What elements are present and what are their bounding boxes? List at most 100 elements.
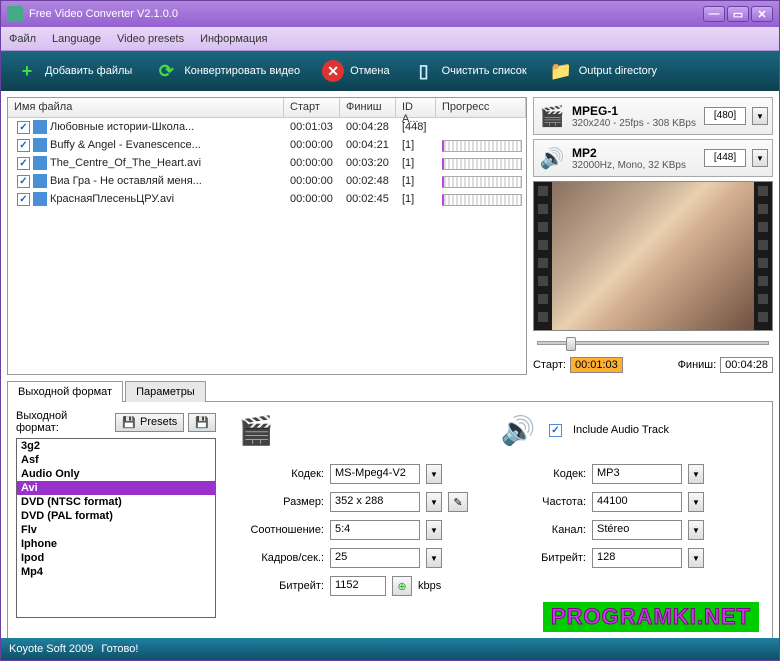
video-format-name: MPEG-1 <box>572 104 698 118</box>
video-codec-input[interactable]: MS-Mpeg4-V2 <box>330 464 420 484</box>
dropdown-icon[interactable]: ▼ <box>426 464 442 484</box>
film-icon: 🎬 <box>538 102 566 130</box>
output-format-label: Выходной формат: <box>16 410 111 434</box>
menu-file[interactable]: Файл <box>9 33 36 45</box>
slider-thumb[interactable] <box>566 337 576 351</box>
output-dir-button[interactable]: 📁Output directory <box>539 54 667 88</box>
toolbar: +Добавить файлы ⟳Конвертировать видео ✕О… <box>1 51 779 91</box>
format-item[interactable]: DVD (PAL format) <box>17 509 215 523</box>
status-right: Готово! <box>101 643 138 655</box>
audio-freq-label: Частота: <box>498 496 586 508</box>
menu-language[interactable]: Language <box>52 33 101 45</box>
clear-list-button[interactable]: ▯Очистить список <box>402 54 537 88</box>
col-start[interactable]: Старт <box>284 98 340 117</box>
file-icon <box>33 120 47 134</box>
file-checkbox[interactable]: ✓ <box>17 139 30 152</box>
app-icon <box>7 6 23 22</box>
tab-parameters[interactable]: Параметры <box>125 381 206 402</box>
video-size-input[interactable]: 352 x 288 <box>330 492 420 512</box>
window-title: Free Video Converter V2.1.0.0 <box>29 8 703 20</box>
format-item[interactable]: Audio Only <box>17 467 215 481</box>
video-ratio-label: Соотношение: <box>236 524 324 536</box>
file-icon <box>33 156 47 170</box>
video-format-value[interactable]: [480] <box>704 107 746 125</box>
menu-info[interactable]: Информация <box>200 33 267 45</box>
refresh-icon: ⟳ <box>154 59 178 83</box>
end-time[interactable]: 00:04:28 <box>720 357 773 373</box>
tab-output-format[interactable]: Выходной формат <box>7 381 123 402</box>
presets-button[interactable]: 💾Presets <box>115 413 184 432</box>
file-checkbox[interactable]: ✓ <box>17 175 30 188</box>
video-preview[interactable] <box>533 181 773 331</box>
video-section-icon: 🎬 <box>236 410 276 450</box>
audio-bitrate-input[interactable]: 128 <box>592 548 682 568</box>
progress-bar <box>442 176 522 188</box>
video-size-label: Размер: <box>236 496 324 508</box>
start-time[interactable]: 00:01:03 <box>570 357 623 373</box>
audio-channel-input[interactable]: Stéreo <box>592 520 682 540</box>
audio-freq-input[interactable]: 44100 <box>592 492 682 512</box>
file-checkbox[interactable]: ✓ <box>17 121 30 134</box>
add-files-button[interactable]: +Добавить файлы <box>5 54 142 88</box>
col-end[interactable]: Финиш <box>340 98 396 117</box>
folder-icon: 📁 <box>549 59 573 83</box>
audio-format-dropdown[interactable]: ▼ <box>752 149 768 167</box>
file-row[interactable]: ✓Любовные истории-Школа...00:01:0300:04:… <box>8 118 526 136</box>
video-ratio-input[interactable]: 5:4 <box>330 520 420 540</box>
progress-bar <box>442 158 522 170</box>
dropdown-icon[interactable]: ▼ <box>688 548 704 568</box>
speaker-icon: 🔊 <box>538 144 566 172</box>
end-label: Финиш: <box>678 359 717 371</box>
dropdown-icon[interactable]: ▼ <box>688 520 704 540</box>
file-checkbox[interactable]: ✓ <box>17 193 30 206</box>
progress-bar <box>442 194 522 206</box>
file-row[interactable]: ✓Виа Гра - Не оставляй меня...00:00:0000… <box>8 172 526 190</box>
menu-presets[interactable]: Video presets <box>117 33 184 45</box>
format-item[interactable]: Ipod <box>17 551 215 565</box>
file-row[interactable]: ✓Buffy & Angel - Evanescence...00:00:000… <box>8 136 526 154</box>
col-name[interactable]: Имя файла <box>8 98 284 117</box>
format-item[interactable]: 3g2 <box>17 439 215 453</box>
dropdown-icon[interactable]: ▼ <box>426 520 442 540</box>
format-item[interactable]: Avi <box>17 481 215 495</box>
video-fps-label: Кадров/сек.: <box>236 552 324 564</box>
cancel-button[interactable]: ✕Отмена <box>312 54 399 88</box>
include-audio-checkbox[interactable]: ✓ <box>549 424 562 437</box>
seek-slider[interactable] <box>533 335 773 351</box>
file-row[interactable]: ✓The_Centre_Of_The_Heart.avi00:00:0000:0… <box>8 154 526 172</box>
file-list-header: Имя файла Старт Финиш ID A... Прогресс <box>8 98 526 118</box>
titlebar: Free Video Converter V2.1.0.0 — ▭ ✕ <box>1 1 779 27</box>
audio-codec-input[interactable]: MP3 <box>592 464 682 484</box>
dropdown-icon[interactable]: ▼ <box>688 464 704 484</box>
audio-format-value[interactable]: [448] <box>704 149 746 167</box>
save-preset-button[interactable]: 💾 <box>188 413 216 432</box>
bitrate-plus-button[interactable]: ⊕ <box>392 576 412 596</box>
video-fps-input[interactable]: 25 <box>330 548 420 568</box>
file-row[interactable]: ✓КраснаяПлесеньЦРУ.avi00:00:0000:02:45[1… <box>8 190 526 208</box>
col-progress[interactable]: Прогресс <box>436 98 526 117</box>
video-bitrate-input[interactable]: 1152 <box>330 576 386 596</box>
dropdown-icon[interactable]: ▼ <box>426 548 442 568</box>
plus-icon: + <box>15 59 39 83</box>
video-format-dropdown[interactable]: ▼ <box>752 107 768 125</box>
format-item[interactable]: Mp4 <box>17 565 215 579</box>
maximize-button[interactable]: ▭ <box>727 6 749 22</box>
col-id[interactable]: ID A... <box>396 98 436 117</box>
menubar: Файл Language Video presets Информация <box>1 27 779 51</box>
format-list[interactable]: 3g2AsfAudio OnlyAviDVD (NTSC format)DVD … <box>16 438 216 618</box>
format-item[interactable]: Flv <box>17 523 215 537</box>
convert-button[interactable]: ⟳Конвертировать видео <box>144 54 310 88</box>
format-item[interactable]: Asf <box>17 453 215 467</box>
status-left: Koyote Soft 2009 <box>9 643 93 655</box>
audio-format-name: MP2 <box>572 146 698 160</box>
file-checkbox[interactable]: ✓ <box>17 157 30 170</box>
dropdown-icon[interactable]: ▼ <box>426 492 442 512</box>
minimize-button[interactable]: — <box>703 6 725 22</box>
edit-size-button[interactable]: ✎ <box>448 492 468 512</box>
include-audio-label: Include Audio Track <box>573 424 669 436</box>
format-item[interactable]: Iphone <box>17 537 215 551</box>
format-item[interactable]: DVD (NTSC format) <box>17 495 215 509</box>
dropdown-icon[interactable]: ▼ <box>688 492 704 512</box>
close-button[interactable]: ✕ <box>751 6 773 22</box>
file-list: Имя файла Старт Финиш ID A... Прогресс ✓… <box>7 97 527 375</box>
